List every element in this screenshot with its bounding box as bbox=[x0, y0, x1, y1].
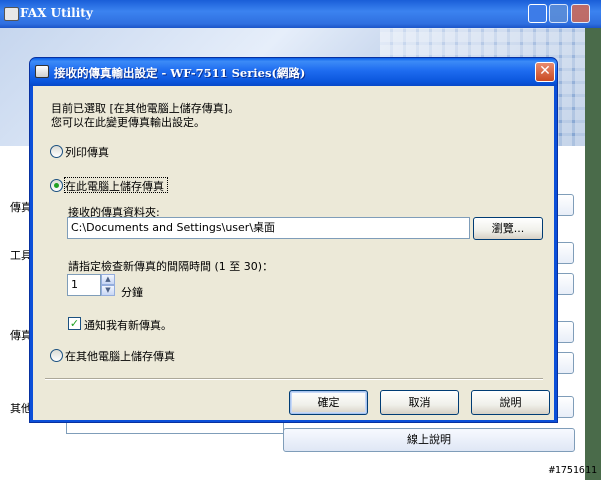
checkmark-icon: ✓ bbox=[69, 317, 80, 330]
radio-print-fax-label[interactable]: 列印傳真 bbox=[65, 144, 109, 160]
ok-button[interactable]: 確定 bbox=[289, 390, 368, 415]
dialog-app-icon bbox=[35, 65, 49, 78]
receive-fax-output-dialog: 接收的傳真輸出設定 - WF-7511 Series(網路) ✕ 目前已選取 [… bbox=[29, 57, 558, 423]
dialog-titlebar: 接收的傳真輸出設定 - WF-7511 Series(網路) ✕ bbox=[30, 58, 557, 86]
fax-utility-icon bbox=[4, 7, 19, 21]
change-hint-text: 您可以在此變更傳真輸出設定。 bbox=[51, 116, 205, 129]
fax-utility-titlebar: FAX Utility bbox=[0, 0, 601, 28]
watermark-id: #1751611 bbox=[548, 465, 597, 476]
close-icon[interactable]: ✕ bbox=[535, 62, 555, 82]
radio-save-on-this-pc-label[interactable]: 在此電腦上儲存傳真 bbox=[65, 178, 164, 194]
radio-save-on-this-pc[interactable] bbox=[50, 179, 63, 192]
minimize-icon[interactable] bbox=[528, 4, 547, 23]
radio-save-on-other-pc-label[interactable]: 在其他電腦上儲存傳真 bbox=[65, 348, 175, 364]
button-divider bbox=[45, 378, 543, 380]
interval-label: 請指定檢查新傳真的間隔時間 (1 至 30)： bbox=[68, 260, 274, 273]
fax-utility-title: FAX Utility bbox=[20, 6, 93, 20]
interval-unit: 分鐘 bbox=[121, 286, 143, 299]
radio-print-fax[interactable] bbox=[50, 145, 63, 158]
close-icon[interactable] bbox=[571, 4, 590, 23]
folder-path-input[interactable]: C:\Documents and Settings\user\桌面 bbox=[67, 217, 470, 239]
cancel-button[interactable]: 取消 bbox=[380, 390, 459, 415]
notify-label[interactable]: 通知我有新傳真。 bbox=[84, 317, 172, 333]
online-help-button[interactable]: 線上說明 bbox=[283, 428, 575, 452]
interval-input[interactable]: 1 bbox=[67, 274, 101, 296]
spin-down-icon[interactable]: ▼ bbox=[101, 285, 115, 296]
dialog-title: 接收的傳真輸出設定 - WF-7511 Series(網路) bbox=[54, 66, 306, 80]
help-button[interactable]: 說明 bbox=[471, 390, 550, 415]
browse-button[interactable]: 瀏覽... bbox=[473, 217, 543, 240]
notify-checkbox[interactable]: ✓ bbox=[68, 317, 81, 330]
desktop-edge bbox=[585, 28, 601, 480]
dialog-body: 目前已選取 [在其他電腦上儲存傳真]。 您可以在此變更傳真輸出設定。 列印傳真 … bbox=[33, 86, 554, 420]
maximize-icon[interactable] bbox=[549, 4, 568, 23]
radio-save-on-other-pc[interactable] bbox=[50, 349, 63, 362]
spin-up-icon[interactable]: ▲ bbox=[101, 274, 115, 285]
